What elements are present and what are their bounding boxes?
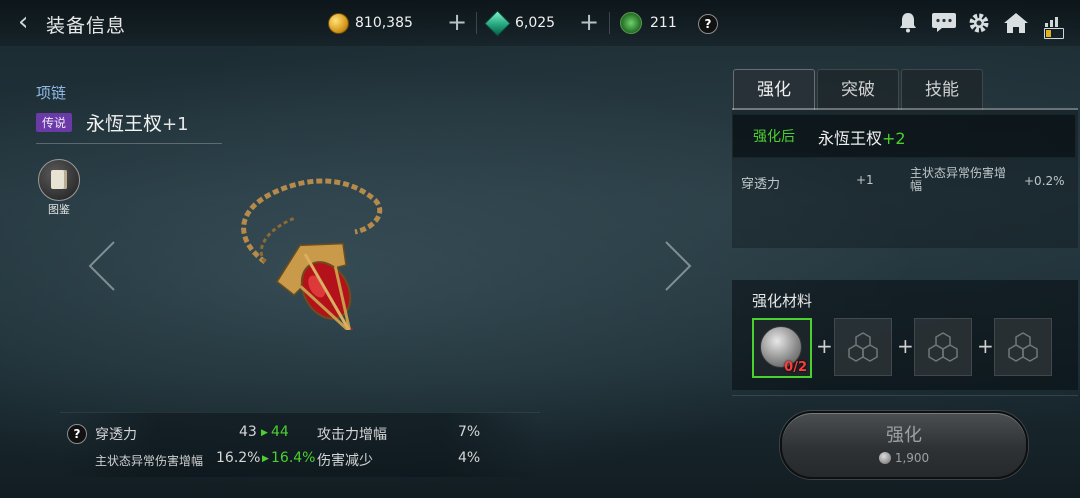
currency-help-icon[interactable]: ?	[698, 14, 718, 34]
emblem-icon	[620, 12, 642, 34]
tab-breakthrough[interactable]: 突破	[817, 69, 899, 110]
stat-label: 攻击力增幅	[317, 427, 387, 443]
enhance-cost-value: 1,900	[894, 451, 930, 465]
battery-icon	[1044, 28, 1064, 39]
necklace-image	[241, 178, 383, 330]
home-icon[interactable]	[1003, 11, 1029, 35]
plus-sign: +	[816, 334, 833, 358]
tab-enhance[interactable]: 强化	[733, 69, 815, 110]
preview-stat-label: 穿透力	[741, 177, 781, 192]
next-item-arrow[interactable]	[662, 238, 694, 304]
preview-stat-label: 主状态异常伤害增幅	[910, 166, 1007, 193]
material-slot-3[interactable]	[914, 318, 972, 376]
tab-underline	[732, 108, 1078, 110]
gear-icon[interactable]	[967, 11, 991, 35]
item-level: +1	[162, 114, 189, 135]
emblem-currency: 211	[620, 11, 677, 35]
enhance-button-label: 强化	[886, 425, 922, 446]
emblem-amount: 211	[650, 15, 677, 31]
divider	[476, 12, 477, 34]
stat-value: 4%	[458, 450, 481, 466]
result-name-text: 永恆王杈	[818, 129, 883, 148]
arrow-right-icon: ▶	[262, 454, 269, 464]
stat-label: 穿透力	[95, 427, 137, 443]
gem-icon	[484, 9, 511, 37]
enhance-button[interactable]: 强化 1,900	[780, 411, 1028, 479]
gold-coin-icon	[328, 12, 349, 34]
page-title: 装备信息	[46, 15, 127, 37]
silver-coin-icon	[878, 452, 891, 464]
book-icon	[51, 170, 67, 189]
stat-value: 7%	[458, 424, 481, 440]
stat-label: 伤害减少	[317, 453, 373, 469]
add-gem-button[interactable]: +	[579, 10, 599, 34]
bell-icon[interactable]	[896, 11, 920, 35]
materials-title: 强化材料	[752, 292, 813, 310]
add-gold-button[interactable]: +	[447, 10, 467, 34]
stat-current-value: 16.2%	[216, 450, 261, 466]
empty-slot-cubes-icon	[1008, 332, 1038, 362]
item-name-text: 永恆王杈	[86, 113, 163, 135]
empty-slot-cubes-icon	[848, 332, 878, 362]
stats-help-icon[interactable]: ?	[67, 424, 87, 444]
item-category: 项链	[36, 84, 67, 102]
plus-sign: +	[897, 334, 914, 358]
gold-currency: 810,385	[328, 11, 413, 35]
stat-new-value: 44	[271, 424, 289, 440]
previous-item-arrow[interactable]	[86, 238, 118, 304]
preview-stat-value: +1	[856, 173, 874, 187]
gem-amount: 6,025	[515, 15, 556, 31]
gold-amount: 810,385	[355, 15, 413, 31]
divider	[36, 143, 222, 144]
stat-new-value: 16.4%	[271, 450, 316, 466]
result-level: +2	[882, 129, 906, 148]
codex-button[interactable]	[38, 159, 80, 201]
arrow-right-icon: ▶	[261, 428, 268, 438]
plus-sign: +	[977, 334, 994, 358]
tab-skills[interactable]: 技能	[901, 69, 983, 110]
material-slot-4[interactable]	[994, 318, 1052, 376]
material-slot-1[interactable]: 0/2	[752, 318, 812, 378]
codex-label: 图鉴	[48, 203, 70, 216]
item-name: 永恆王杈+1	[86, 109, 189, 136]
rarity-badge: 传说	[36, 113, 73, 132]
result-item-name: 永恆王杈+2	[818, 125, 906, 149]
divider	[732, 395, 1078, 396]
after-enhance-label: 强化后	[753, 129, 795, 145]
gem-currency: 6,025	[484, 9, 556, 37]
stat-label: 主状态异常伤害增幅	[95, 454, 204, 468]
stat-current-value: 43	[239, 424, 257, 440]
chat-icon[interactable]	[930, 11, 958, 35]
preview-stat-value: +0.2%	[1024, 174, 1065, 188]
material-slot-2[interactable]	[834, 318, 892, 376]
empty-slot-cubes-icon	[928, 332, 958, 362]
material-count: 0/2	[784, 360, 807, 375]
enhance-cost: 1,900	[782, 451, 1026, 465]
back-button[interactable]: ‹	[18, 9, 38, 35]
divider	[609, 12, 610, 34]
